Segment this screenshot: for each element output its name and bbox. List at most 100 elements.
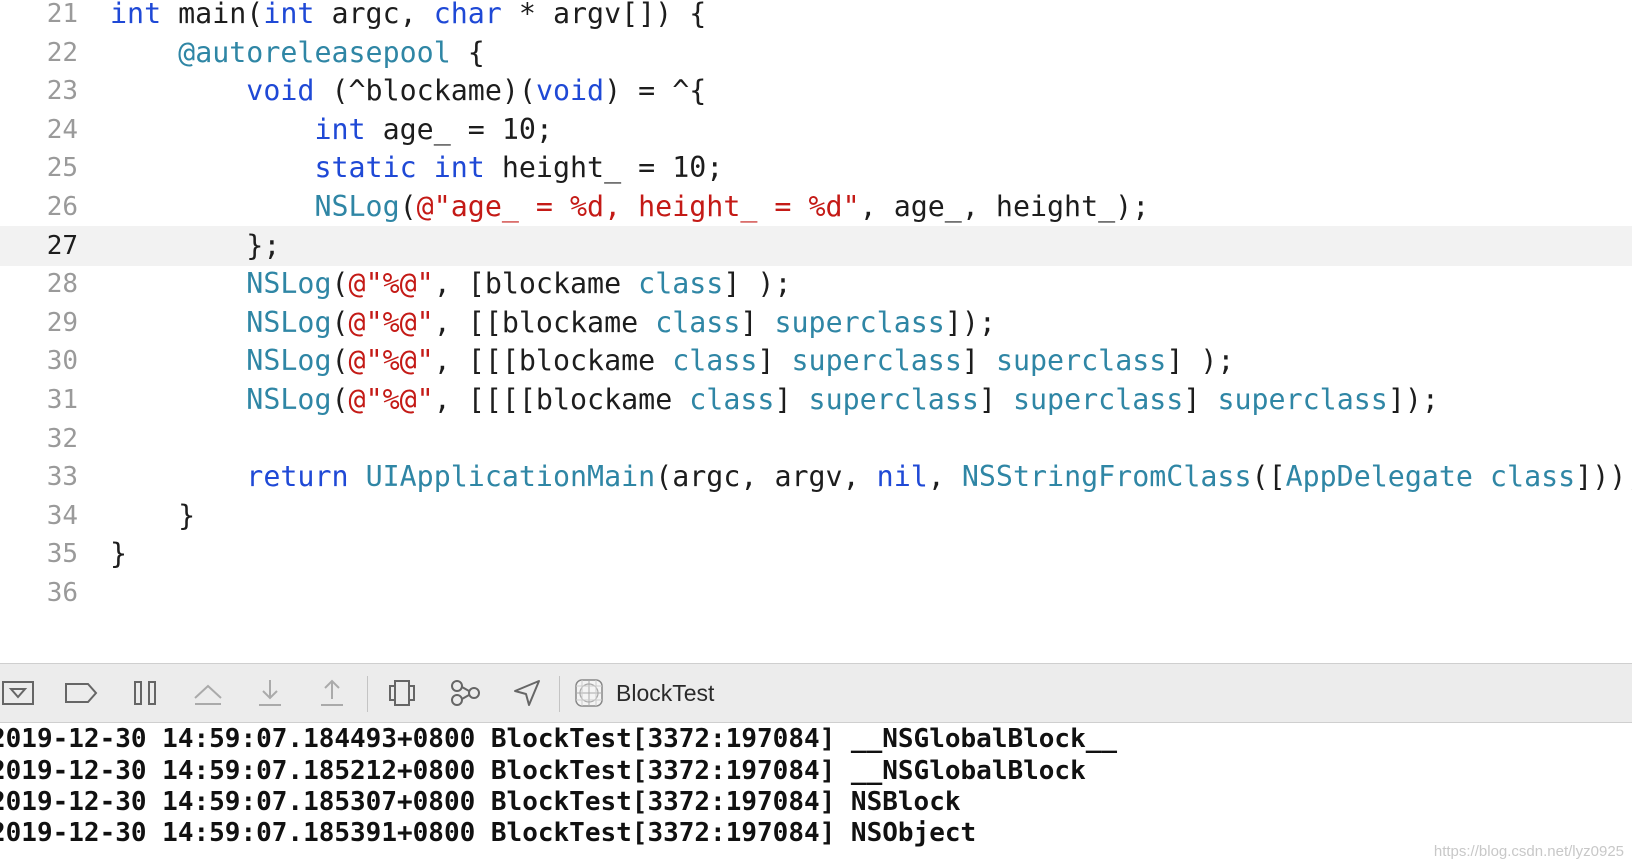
code-text: NSLog(@"%@", [[blockame class] superclas… — [110, 303, 996, 343]
code-token: int — [314, 112, 366, 146]
code-token: ] ); — [1166, 344, 1235, 378]
code-line[interactable]: 35} — [0, 534, 1632, 574]
code-token: void — [246, 74, 315, 108]
code-text: NSLog(@"%@", [[[blockame class] supercla… — [110, 341, 1234, 381]
target-label[interactable]: BlockTest — [616, 664, 714, 722]
console-output[interactable]: 2019-12-30 14:59:07.184493+0800 BlockTes… — [0, 723, 1632, 864]
code-text: return UIApplicationMain(argc, argv, nil… — [110, 457, 1632, 497]
code-line[interactable]: 27 }; — [0, 225, 1632, 266]
code-line[interactable]: 32 — [0, 419, 1632, 459]
code-token: ]); — [944, 305, 996, 339]
code-token: return — [246, 460, 349, 494]
code-token: superclass — [1217, 383, 1388, 416]
code-token: @"%@" — [348, 267, 434, 301]
code-token: ( — [399, 190, 417, 223]
code-token: (argc, argv, — [655, 460, 877, 494]
code-token: argc, — [314, 0, 434, 30]
code-text: } — [110, 534, 127, 574]
simulate-location-icon[interactable] — [503, 664, 551, 722]
code-line[interactable]: 30 NSLog(@"%@", [[[blockame class] super… — [0, 341, 1632, 381]
line-number: 22 — [46, 37, 78, 68]
code-token: class — [689, 383, 775, 416]
line-number: 32 — [46, 423, 78, 454]
code-token: superclass — [808, 383, 979, 416]
code-token: height_ = 10; — [484, 151, 724, 185]
code-token: NSLog — [314, 190, 400, 223]
code-token: ]); — [1387, 383, 1439, 416]
code-token: ] — [961, 344, 996, 378]
code-token: NSStringFromClass — [961, 460, 1252, 494]
console-line: 2019-12-30 14:59:07.185212+0800 BlockTes… — [0, 756, 1086, 786]
line-number: 36 — [46, 578, 78, 608]
code-text: int age_ = 10; — [110, 110, 553, 150]
code-token: class — [638, 267, 724, 301]
code-line[interactable]: 22 @autoreleasepool { — [0, 33, 1632, 73]
code-token: , age_, height_); — [859, 190, 1150, 223]
code-token: ])); — [1575, 460, 1632, 494]
code-line[interactable]: 31 NSLog(@"%@", [[[[blockame class] supe… — [0, 380, 1632, 420]
code-line[interactable]: 29 NSLog(@"%@", [[blockame class] superc… — [0, 303, 1632, 343]
code-token: ] — [1183, 383, 1218, 416]
step-over-icon[interactable] — [184, 664, 232, 722]
code-text: } — [110, 496, 195, 536]
code-text: void (^blockame)(void) = ^{ — [110, 71, 706, 111]
breakpoints-toggle-icon[interactable] — [57, 664, 105, 722]
step-into-icon[interactable] — [246, 664, 294, 722]
line-number: 28 — [46, 269, 78, 300]
code-token: , [[[blockame — [433, 344, 673, 378]
code-editor[interactable]: 21 int main(int argc, char * argv[]) {22 … — [0, 0, 1632, 663]
code-token: superclass — [791, 344, 962, 378]
code-token: * argv[]) { — [501, 0, 707, 30]
code-line[interactable]: 33 return UIApplicationMain(argc, argv, … — [0, 457, 1632, 497]
code-line[interactable]: 25 static int height_ = 10; — [0, 148, 1632, 188]
line-number: 24 — [46, 114, 78, 145]
code-token: NSLog — [246, 267, 332, 301]
code-token: class — [655, 305, 741, 339]
line-number: 29 — [46, 307, 78, 338]
code-token: ] — [978, 383, 1013, 416]
code-line[interactable]: 24 int age_ = 10; — [0, 110, 1632, 150]
line-number: 26 — [46, 192, 78, 222]
code-token: ] — [774, 383, 809, 416]
code-token: ( — [331, 344, 349, 378]
code-token: NSLog — [246, 305, 332, 339]
code-line[interactable]: 36 — [0, 573, 1632, 613]
pause-continue-icon[interactable] — [121, 664, 169, 722]
code-line[interactable]: 28 NSLog(@"%@", [blockame class] ); — [0, 264, 1632, 304]
toolbar-divider — [367, 676, 368, 712]
code-token: @"%@" — [348, 305, 434, 339]
code-token: NSLog — [246, 383, 332, 416]
code-line[interactable]: 21 int main(int argc, char * argv[]) { — [0, 0, 1632, 34]
code-token: } — [110, 537, 128, 571]
code-token: char — [433, 0, 502, 30]
memory-graph-icon[interactable] — [441, 664, 489, 722]
code-token: static — [314, 151, 417, 185]
code-token: , — [927, 460, 962, 494]
code-text: static int height_ = 10; — [110, 148, 723, 188]
code-line[interactable]: 26 NSLog(@"age_ = %d, height_ = %d", age… — [0, 187, 1632, 227]
code-token: int — [433, 151, 485, 185]
code-token: ] — [757, 344, 792, 378]
console-line: 2019-12-30 14:59:07.185307+0800 BlockTes… — [0, 787, 961, 817]
toolbar-divider — [559, 676, 560, 712]
hide-debug-area-icon[interactable] — [0, 664, 42, 722]
step-out-icon[interactable] — [308, 664, 356, 722]
code-token: @"%@" — [348, 383, 434, 416]
code-text: NSLog(@"age_ = %d, height_ = %d", age_, … — [110, 187, 1149, 227]
code-line[interactable]: 34 } — [0, 496, 1632, 536]
code-text: NSLog(@"%@", [[[[blockame class] supercl… — [110, 380, 1439, 420]
code-token: @"%@" — [348, 344, 434, 378]
view-hierarchy-icon[interactable] — [378, 664, 426, 722]
code-token: ] ); — [723, 267, 792, 301]
code-line[interactable]: 23 void (^blockame)(void) = ^{ — [0, 71, 1632, 111]
code-text: @autoreleasepool { — [110, 33, 485, 73]
watermark: https://blog.csdn.net/lyz0925 — [1433, 843, 1624, 860]
code-text: int main(int argc, char * argv[]) { — [110, 0, 706, 34]
